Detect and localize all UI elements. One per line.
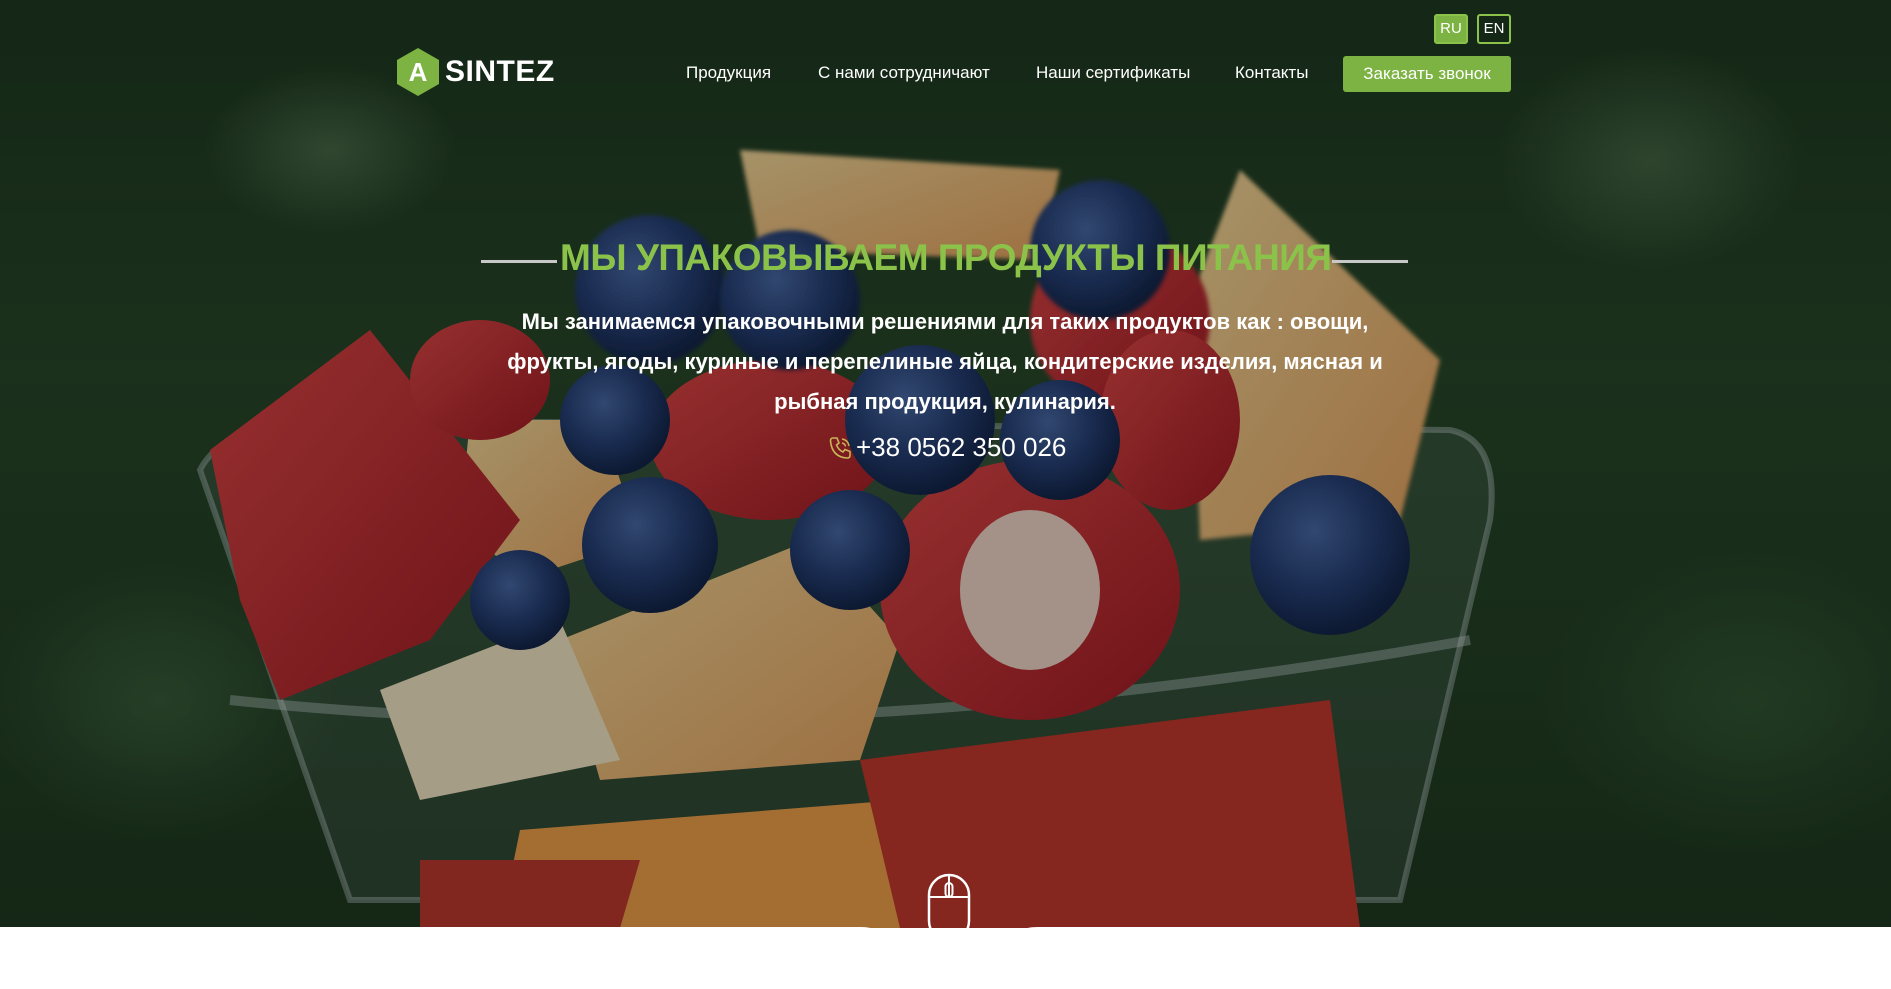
hero-section	[0, 0, 1891, 928]
title-divider-right	[1332, 260, 1408, 263]
lang-en-button[interactable]: EN	[1477, 14, 1511, 44]
hero-title: МЫ УПАКОВЫВАЕМ ПРОДУКТЫ ПИТАНИЯ	[560, 237, 1332, 278]
phone-number: +38 0562 350 026	[856, 432, 1067, 462]
logo-text: SINTEZ	[445, 55, 555, 88]
order-call-button[interactable]: Заказать звонок	[1343, 56, 1511, 92]
nav-item-contacts[interactable]: Контакты	[1235, 63, 1308, 83]
scroll-mouse-icon[interactable]	[927, 873, 971, 943]
nav-item-certificates[interactable]: Наши сертификаты	[1036, 63, 1190, 83]
phone-icon	[829, 436, 851, 459]
phone-link[interactable]: +38 0562 350 026	[826, 432, 1066, 463]
hero-overlay	[0, 0, 1891, 928]
title-divider-left	[481, 260, 557, 263]
logo-letter: A	[409, 57, 428, 87]
nav-item-products[interactable]: Продукция	[686, 63, 771, 83]
lang-ru-button[interactable]: RU	[1434, 14, 1468, 44]
hero-description: Мы занимаемся упаковочными решениями для…	[507, 309, 1383, 414]
nav-item-partners[interactable]: С нами сотрудничают	[818, 63, 990, 83]
logo[interactable]: A SINTEZ	[397, 48, 555, 96]
logo-hexagon-icon: A	[397, 48, 439, 96]
